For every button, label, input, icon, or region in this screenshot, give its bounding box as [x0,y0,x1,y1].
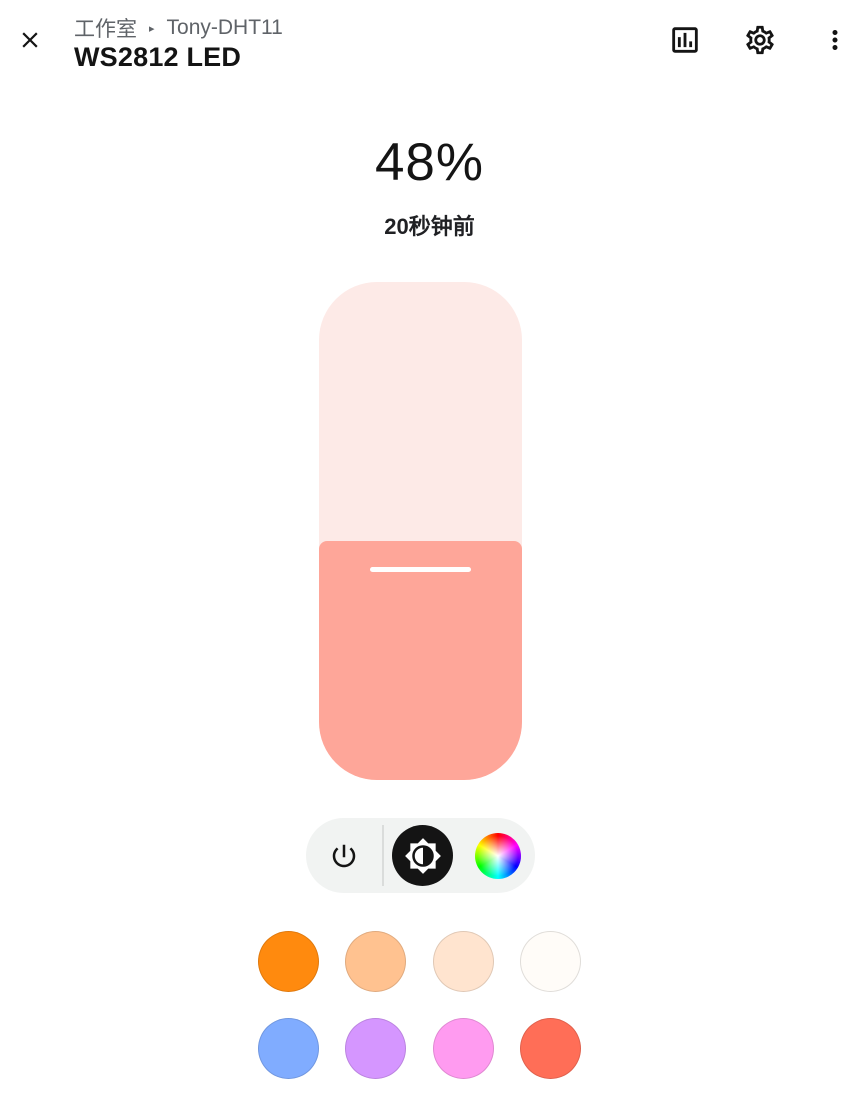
color-wheel-icon [474,832,521,879]
breadcrumb: 工作室 ▸ Tony-DHT11 [74,13,283,43]
favorite-color-swatch[interactable] [345,1018,406,1079]
settings-button[interactable] [740,20,780,60]
brightness-slider[interactable] [319,282,522,780]
breadcrumb-device[interactable]: Tony-DHT11 [167,16,283,40]
brightness-value: 48% [374,133,485,192]
favorite-color-swatch[interactable] [520,1018,581,1079]
close-button[interactable] [10,20,50,60]
history-button[interactable] [665,20,705,60]
brightness-mode-button[interactable] [392,825,453,886]
last-changed-text: 20秒钟前 [384,214,475,239]
favorite-color-swatch[interactable] [258,1018,319,1079]
brightness-icon [404,837,441,874]
breadcrumb-separator-icon: ▸ [149,22,155,35]
favorite-color-swatch[interactable] [258,931,319,992]
favorite-color-swatch[interactable] [520,931,581,992]
color-mode-button[interactable] [467,825,528,886]
chart-history-icon [672,27,698,53]
power-icon [332,844,355,867]
gear-icon [746,25,774,55]
favorite-color-swatch[interactable] [433,1018,494,1079]
favorite-color-swatch[interactable] [433,931,494,992]
breadcrumb-area[interactable]: 工作室 [74,13,137,43]
mode-divider [382,825,384,886]
more-vert-icon [832,30,838,50]
close-icon [22,32,38,48]
dialog-header: 工作室 ▸ Tony-DHT11 WS2812 LED [0,0,859,90]
mode-selector [306,818,535,893]
dialog-title: WS2812 LED [74,42,242,72]
more-options-button[interactable] [815,20,855,60]
brightness-slider-fill [319,541,522,780]
slider-handle[interactable] [370,567,471,572]
favorite-color-swatch[interactable] [345,931,406,992]
power-mode-button[interactable] [313,825,374,886]
